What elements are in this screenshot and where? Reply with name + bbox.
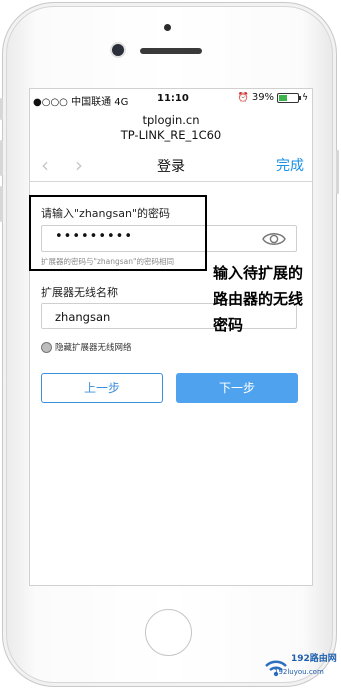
ssid-value: zhangsan bbox=[55, 310, 111, 324]
volume-up-button bbox=[0, 140, 3, 176]
ssid-label: 扩展器无线名称 bbox=[41, 286, 118, 299]
nav-title: 登录 bbox=[157, 159, 185, 175]
eye-icon[interactable] bbox=[262, 231, 286, 247]
watermark-brand: 192路由网 bbox=[291, 654, 337, 664]
battery-fill bbox=[279, 94, 287, 101]
power-button bbox=[336, 150, 339, 194]
sensor-dot bbox=[164, 24, 171, 31]
volume-down-button bbox=[0, 186, 3, 222]
prev-step-button[interactable]: 上一步 bbox=[41, 373, 163, 403]
hide-ssid-checkbox[interactable] bbox=[41, 342, 52, 353]
battery-icon bbox=[277, 92, 302, 103]
alarm-icon: ⏰ bbox=[237, 92, 249, 103]
mute-switch bbox=[0, 98, 3, 120]
annotation-text: 输入待扩展的路由器的无线密码 bbox=[213, 264, 304, 334]
next-step-button[interactable]: 下一步 bbox=[176, 373, 298, 403]
hide-ssid-label: 隐藏扩展器无线网络 bbox=[55, 343, 132, 353]
done-button[interactable]: 完成 bbox=[276, 155, 304, 175]
front-camera bbox=[112, 44, 124, 56]
carrier-signal: ●○○○ 中国联通 4G bbox=[33, 97, 129, 108]
status-right: ⏰ 39% ϟ bbox=[238, 92, 308, 103]
battery-percent: 39% bbox=[251, 92, 275, 103]
browser-page-title: TP-LINK_RE_1C60 bbox=[120, 128, 222, 142]
watermark-url: 192luyou.com bbox=[274, 668, 324, 676]
status-bar: ●○○○ 中国联通 4G 11:10 ⏰ 39% ϟ bbox=[30, 89, 312, 109]
browser-host: tplogin.cn bbox=[142, 113, 200, 127]
earpiece-speaker bbox=[140, 48, 202, 54]
charging-icon: ϟ bbox=[302, 92, 308, 103]
nav-bar: ‹ › 登录 完成 bbox=[30, 147, 312, 182]
status-time: 11:10 bbox=[157, 93, 189, 104]
home-button[interactable] bbox=[145, 609, 192, 656]
annotation-highlight-box bbox=[29, 195, 207, 271]
